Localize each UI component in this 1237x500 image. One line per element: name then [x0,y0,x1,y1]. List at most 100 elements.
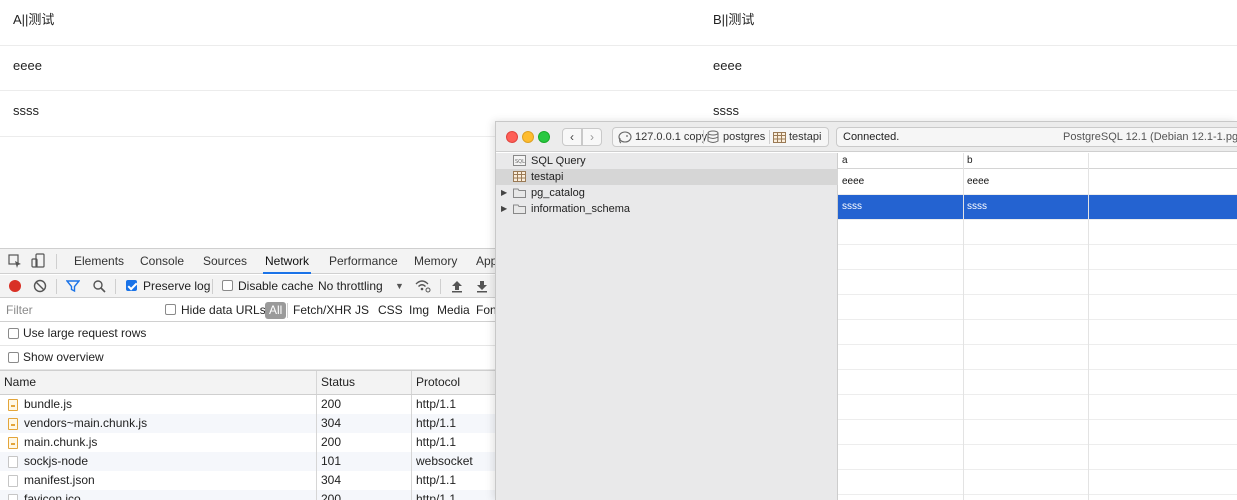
device-toolbar-icon[interactable] [31,253,47,269]
column-divider[interactable] [963,153,964,500]
request-protocol: http/1.1 [416,397,457,411]
sidebar-item-label: testapi [531,171,564,183]
request-name: main.chunk.js [24,435,98,449]
table-row[interactable]: sockjs-node 101 websocket [0,452,500,471]
disclosure-triangle-icon[interactable]: ▶ [501,185,507,201]
table-row[interactable]: vendors~main.chunk.js 304 http/1.1 [0,414,500,433]
grid-cell[interactable]: ssss [967,195,987,219]
request-status: 304 [321,473,342,487]
tab-network[interactable]: Network [263,249,312,274]
column-divider [411,471,412,490]
back-button[interactable]: ‹ [562,128,582,146]
grid-cell[interactable]: eeee [842,170,864,194]
sql-query-icon: SQL [513,155,526,166]
empty-row [838,395,1237,420]
large-rows-checkbox[interactable] [8,328,19,339]
export-har-icon[interactable] [475,279,489,293]
forward-button[interactable]: › [582,128,602,146]
table-row[interactable]: manifest.json 304 http/1.1 [0,471,500,490]
breadcrumb-database[interactable]: postgres [723,128,765,146]
minimize-window-button[interactable] [522,131,534,143]
filter-type-font[interactable]: Fon [476,299,497,322]
disclosure-triangle-icon[interactable]: ▶ [501,201,507,217]
column-header-protocol[interactable]: Protocol [416,371,460,394]
hide-data-urls-checkbox[interactable] [165,304,176,315]
clear-icon[interactable] [33,279,47,293]
breadcrumb-server[interactable]: 127.0.0.1 copy [635,128,707,146]
schema-sidebar: SQL SQL Query testapi ▶ pg_catalog ▶ inf… [496,153,838,500]
column-divider [411,395,412,414]
preserve-log-checkbox[interactable] [126,280,137,291]
column-header-name[interactable]: Name [4,371,36,394]
network-conditions-icon[interactable] [415,279,431,293]
web-table-header: A||测试 B||测试 [0,0,1237,46]
file-icon [8,494,18,500]
disable-cache-checkbox[interactable] [222,280,233,291]
table-row[interactable]: main.chunk.js 200 http/1.1 [0,433,500,452]
throttling-select[interactable]: No throttling [318,275,383,298]
column-divider[interactable] [1088,153,1089,500]
table-row[interactable]: ssss ssss [838,195,1237,220]
sidebar-item-sql-query[interactable]: SQL SQL Query [496,153,838,169]
table-cell: ssss [13,103,39,118]
breadcrumb-table[interactable]: testapi [789,128,821,146]
sidebar-item-testapi[interactable]: testapi [496,169,838,185]
tab-memory[interactable]: Memory [412,249,459,274]
table-content-grid: a b eeee eeee ssss ssss [838,153,1237,500]
show-overview-checkbox[interactable] [8,352,19,363]
filter-input[interactable] [3,301,153,319]
request-protocol: http/1.1 [416,492,457,500]
column-divider[interactable] [411,371,412,394]
inspect-element-icon[interactable] [7,253,23,269]
sidebar-item-label: information_schema [531,203,631,215]
grid-cell[interactable]: eeee [967,170,989,194]
show-overview-option: Show overview [0,346,500,370]
zoom-window-button[interactable] [538,131,550,143]
search-icon[interactable] [92,279,106,293]
chevron-down-icon[interactable]: ▼ [395,275,404,298]
table-row[interactable]: favicon.ico 200 http/1.1 [0,490,500,500]
filter-type-css[interactable]: CSS [378,299,403,322]
column-divider [316,414,317,433]
tab-sources[interactable]: Sources [201,249,249,274]
file-icon [8,475,18,487]
table-icon [773,131,787,149]
column-header-status[interactable]: Status [321,371,355,394]
import-har-icon[interactable] [450,279,464,293]
column-header-b[interactable]: b [967,153,973,169]
request-name: vendors~main.chunk.js [24,416,148,430]
filter-type-img[interactable]: Img [409,299,429,322]
tab-elements[interactable]: Elements [72,249,126,274]
column-header-a[interactable]: a [842,153,848,169]
filter-icon[interactable] [65,279,81,293]
table-row[interactable]: eeee eeee [838,170,1237,195]
column-divider [316,471,317,490]
close-window-button[interactable] [506,131,518,143]
record-icon[interactable] [8,279,22,293]
sidebar-item-information-schema[interactable]: ▶ information_schema [496,201,838,217]
tab-console[interactable]: Console [138,249,186,274]
table-row[interactable]: bundle.js 200 http/1.1 [0,395,500,414]
filter-type-fetch-xhr[interactable]: Fetch/XHR [293,299,352,322]
grid-cell[interactable]: ssss [842,195,862,219]
devtools-tab-bar: Elements Console Sources Network Perform… [0,249,500,274]
column-divider [411,433,412,452]
filter-type-js[interactable]: JS [355,299,369,322]
web-data-table: A||测试 B||测试 eeee eeee ssss ssss [0,0,1237,137]
filter-type-media[interactable]: Media [437,299,470,322]
hide-data-urls-label: Hide data URLs [181,303,266,317]
column-divider [316,395,317,414]
sidebar-item-label: SQL Query [531,155,586,167]
preserve-log-label: Preserve log [143,279,211,293]
empty-row [838,445,1237,470]
filter-type-all[interactable]: All [265,302,287,319]
empty-row [838,320,1237,345]
empty-row [838,345,1237,370]
tab-performance[interactable]: Performance [327,249,400,274]
table-icon [513,171,526,182]
column-divider [316,490,317,500]
column-divider[interactable] [316,371,317,394]
column-divider [316,452,317,471]
js-file-icon [8,399,18,411]
sidebar-item-pg-catalog[interactable]: ▶ pg_catalog [496,185,838,201]
